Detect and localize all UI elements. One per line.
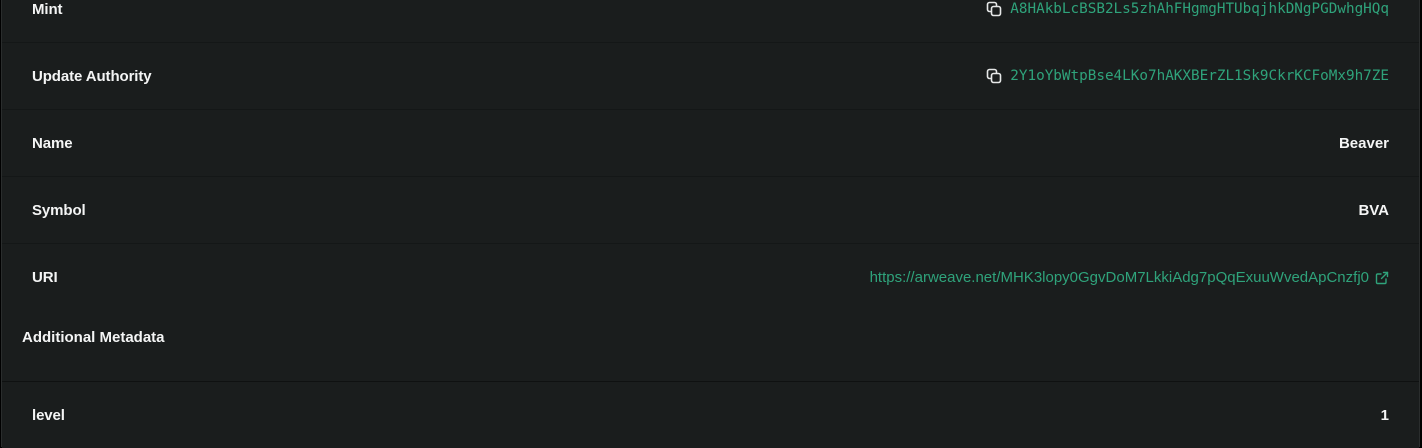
additional-metadata-table: level 1 (2, 381, 1419, 448)
token-metadata-panel: Mint A8HAkbLcBSB2Ls5zhAhFHgmgHTUbqjhkDNg… (1, 0, 1420, 448)
uri-link[interactable]: https://arweave.net/MHK3lopy0GgvDoM7Lkki… (870, 269, 1369, 286)
symbol-label: Symbol (32, 201, 86, 219)
copy-icon[interactable] (986, 1, 1002, 17)
symbol-row: Symbol BVA (2, 177, 1419, 244)
update-authority-value-group: 2Y1oYbWtpBse4LKo7hAKXBErZL1Sk9CkrKCFoMx9… (986, 68, 1389, 84)
symbol-value: BVA (1358, 201, 1389, 219)
update-authority-label: Update Authority (32, 67, 152, 85)
mint-row: Mint A8HAkbLcBSB2Ls5zhAhFHgmgHTUbqjhkDNg… (2, 0, 1419, 43)
metadata-row: level 1 (2, 382, 1419, 448)
name-label: Name (32, 134, 73, 152)
external-link-icon[interactable] (1375, 271, 1389, 285)
metadata-value: 1 (1380, 406, 1389, 424)
uri-label: URI (32, 269, 58, 286)
additional-metadata-title: Additional Metadata (22, 329, 165, 346)
update-authority-row: Update Authority 2Y1oYbWtpBse4LKo7hAKXBE… (2, 43, 1419, 110)
uri-row: URI https://arweave.net/MHK3lopy0GgvDoM7… (2, 244, 1419, 311)
name-row: Name Beaver (2, 110, 1419, 177)
mint-value-group: A8HAkbLcBSB2Ls5zhAhFHgmgHTUbqjhkDNgPGDwh… (986, 1, 1389, 17)
name-value: Beaver (1338, 134, 1389, 152)
update-authority-address-link[interactable]: 2Y1oYbWtpBse4LKo7hAKXBErZL1Sk9CkrKCFoMx9… (1010, 68, 1389, 84)
metadata-key: level (32, 406, 65, 424)
mint-label: Mint (32, 0, 63, 18)
uri-value-group: https://arweave.net/MHK3lopy0GgvDoM7Lkki… (870, 269, 1389, 286)
copy-icon[interactable] (986, 68, 1002, 84)
mint-address-link[interactable]: A8HAkbLcBSB2Ls5zhAhFHgmgHTUbqjhkDNgPGDwh… (1010, 1, 1389, 17)
